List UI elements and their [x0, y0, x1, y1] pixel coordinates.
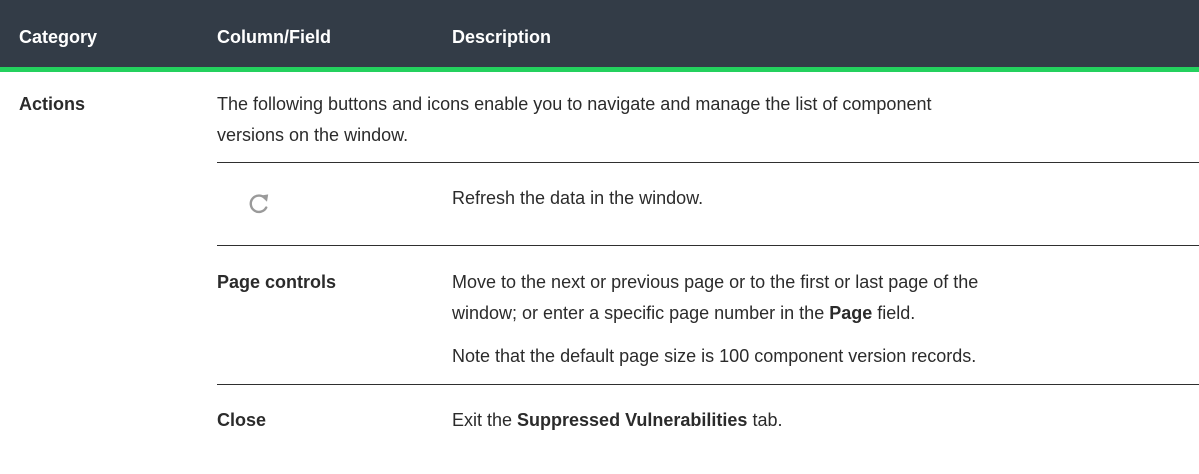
- close-description: Exit the Suppressed Vulnerabilities tab.: [452, 405, 782, 435]
- row-divider: [217, 245, 1199, 246]
- close-text-end: tab.: [747, 410, 783, 430]
- header-column-field: Column/Field: [217, 27, 331, 47]
- table-header: Category Column/Field Description: [0, 0, 1199, 67]
- page-controls-description-line-1: Move to the next or previous page or to …: [452, 272, 979, 292]
- header-accent-bar: [0, 67, 1199, 72]
- row-divider: [217, 162, 1199, 163]
- refresh-description: Refresh the data in the window.: [452, 188, 704, 208]
- header-description: Description: [452, 27, 552, 47]
- page-controls-text: window; or enter a specific page number …: [452, 303, 830, 323]
- intro-line-2: versions on the window.: [217, 125, 409, 145]
- page-controls-text-end: field.: [872, 303, 916, 323]
- refresh-icon: [249, 194, 269, 214]
- page-field-name: Page: [829, 303, 873, 323]
- close-text: Exit the: [452, 410, 518, 430]
- intro-line-1: The following buttons and icons enable y…: [217, 94, 932, 114]
- category-actions: Actions: [19, 94, 86, 114]
- suppressed-vulnerabilities-tab-name: Suppressed Vulnerabilities: [517, 410, 748, 430]
- field-page-controls: Page controls: [217, 272, 337, 292]
- page-size-note: Note that the default page size is 100 c…: [452, 346, 977, 366]
- page-controls-description-line-2: window; or enter a specific page number …: [452, 298, 915, 328]
- actions-table: Category Column/Field Description Action…: [0, 0, 1199, 474]
- row-divider: [217, 384, 1199, 385]
- field-close: Close: [217, 410, 267, 430]
- header-category: Category: [19, 27, 98, 47]
